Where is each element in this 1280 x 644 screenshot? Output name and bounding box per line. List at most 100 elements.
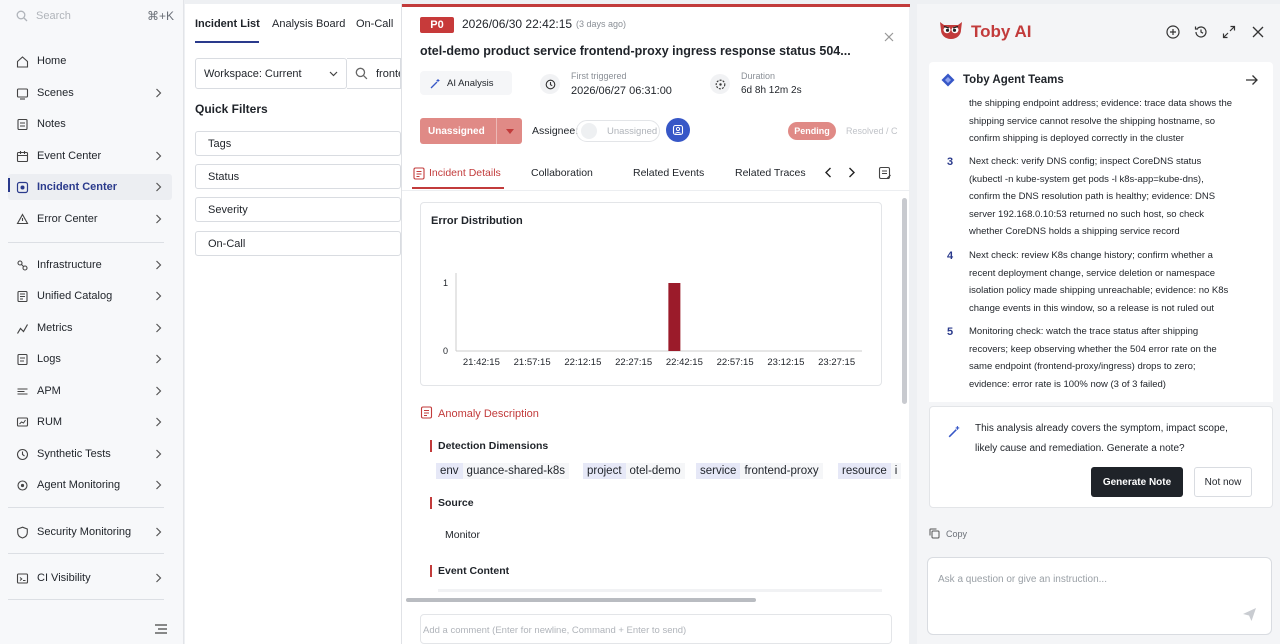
sidebar-item-scenes[interactable]: Scenes: [8, 80, 172, 106]
tab-analysis-board[interactable]: Analysis Board: [272, 18, 345, 30]
dimension-chip[interactable]: env guance-shared-k8s: [436, 463, 569, 479]
workspace-select-value: Workspace: Current: [204, 67, 302, 80]
close-icon[interactable]: [1250, 24, 1266, 40]
search-icon: [16, 10, 28, 22]
tab-incident-list[interactable]: Incident List: [195, 18, 260, 30]
apm-icon: [17, 387, 28, 395]
sidebar-item-label: Unified Catalog: [37, 290, 113, 302]
chart-x-tick: 22:12:15: [564, 357, 601, 368]
scenes-icon: [16, 87, 29, 100]
active-indicator: [8, 178, 10, 192]
status-dropdown-button[interactable]: Unassigned: [420, 118, 522, 144]
incident-title: otel-demo product service frontend-proxy…: [420, 44, 851, 58]
horizontal-scrollbar[interactable]: [406, 598, 756, 602]
sidebar-item-home[interactable]: Home: [8, 48, 172, 74]
sidebar-item-logs[interactable]: Logs: [8, 346, 172, 372]
document-icon: [420, 406, 433, 419]
sidebar-item-error-center[interactable]: Error Center: [8, 206, 172, 232]
dimension-chip[interactable]: project otel-demo: [583, 463, 685, 479]
generate-note-button[interactable]: Generate Note: [1091, 467, 1183, 497]
send-icon[interactable]: [1242, 607, 1257, 622]
tab-incident-details[interactable]: Incident Details: [429, 167, 501, 179]
status-resolved-pill[interactable]: Resolved / C: [846, 126, 898, 136]
global-search[interactable]: Search ⌘+K: [8, 4, 174, 28]
document-edit-icon[interactable]: [878, 166, 892, 180]
sidebar-item-rum[interactable]: RUM: [8, 409, 172, 435]
step-text: Next check: verify DNS config; inspect C…: [969, 156, 1216, 237]
incident-relative-time: (3 days ago): [576, 19, 627, 29]
sidebar-item-metrics[interactable]: Metrics: [8, 315, 172, 341]
first-triggered-label: First triggered: [571, 71, 627, 81]
tab-on-call[interactable]: On-Call: [356, 18, 393, 30]
comment-placeholder: Add a comment (Enter for newline, Comman…: [423, 625, 687, 636]
dimension-chip[interactable]: resource i: [838, 463, 904, 479]
wand-icon: [948, 426, 960, 438]
close-icon[interactable]: [884, 32, 894, 42]
filter-tags[interactable]: Tags: [195, 131, 401, 156]
workspace-select[interactable]: Workspace: Current: [195, 58, 347, 89]
chart-x-tick: 22:42:15: [666, 357, 703, 368]
copy-button[interactable]: Copy: [929, 528, 967, 539]
filter-status[interactable]: Status: [195, 164, 401, 189]
collapse-menu-icon[interactable]: [155, 624, 167, 634]
tab-related-events[interactable]: Related Events: [633, 167, 704, 179]
new-chat-icon[interactable]: [1165, 24, 1181, 40]
tab-related-traces[interactable]: Related Traces: [735, 167, 806, 179]
chevron-down-icon: [329, 71, 338, 77]
filter-on-call[interactable]: On-Call: [195, 231, 401, 256]
chevron-left-icon[interactable]: [824, 167, 832, 178]
dimension-value: otel-demo: [625, 463, 685, 479]
ask-input[interactable]: Ask a question or give an instruction...: [927, 557, 1272, 635]
sidebar-item-security-monitoring[interactable]: Security Monitoring: [8, 519, 172, 545]
assignee-select[interactable]: Unassigned: [576, 120, 660, 142]
sidebar-item-label: Security Monitoring: [37, 526, 132, 538]
sidebar-item-notes[interactable]: Notes: [8, 111, 172, 137]
assign-to-me-button[interactable]: [666, 118, 690, 142]
status-dropdown-label: Unassigned: [428, 125, 485, 137]
chevron-down-icon: [496, 118, 522, 144]
duration-label: Duration: [741, 71, 776, 81]
ai-analysis-label: AI Analysis: [447, 77, 494, 89]
sidebar-item-ci-visibility[interactable]: CI Visibility: [8, 565, 172, 591]
search-shortcut: ⌘+K: [146, 9, 174, 23]
sidebar-item-event-center[interactable]: Event Center: [8, 143, 172, 169]
chart-x-tick: 21:42:15: [463, 357, 500, 368]
catalog-icon: [17, 290, 28, 302]
sidebar-item-infrastructure[interactable]: Infrastructure: [8, 252, 172, 278]
chevron-right-icon: [156, 214, 162, 224]
status-pending-pill[interactable]: Pending: [788, 122, 836, 140]
chevron-right-icon: [156, 88, 162, 98]
comment-input[interactable]: Add a comment (Enter for newline, Comman…: [420, 614, 892, 644]
sidebar-item-label: APM: [37, 385, 61, 397]
incident-details-icon: [413, 167, 425, 180]
filter-severity[interactable]: Severity: [195, 197, 401, 222]
sidebar-item-synthetic-tests[interactable]: Synthetic Tests: [8, 441, 172, 467]
expand-icon[interactable]: [1221, 24, 1237, 40]
step-text: Next check: review K8s change history; c…: [969, 250, 1229, 314]
chevron-right-icon[interactable]: [848, 167, 856, 178]
vertical-scrollbar[interactable]: [902, 198, 907, 404]
nav-divider: [8, 507, 164, 508]
detection-dimensions-title: Detection Dimensions: [430, 440, 548, 452]
ai-analysis-button[interactable]: AI Analysis: [420, 71, 512, 95]
toby-ai-panel: Toby AI Toby Agent Teams the shipping en…: [917, 4, 1280, 644]
rum-icon: [16, 416, 29, 427]
sidebar-item-unified-catalog[interactable]: Unified Catalog: [8, 283, 172, 309]
toby-logo-icon: [940, 22, 962, 39]
agent-teams-header[interactable]: Toby Agent Teams: [929, 62, 1273, 98]
source-title: Source: [430, 497, 474, 509]
incident-search-input[interactable]: frontend: [347, 58, 401, 89]
history-icon[interactable]: [1193, 24, 1209, 40]
synthetic-icon: [16, 448, 29, 460]
suggestion-text: This analysis already covers the symptom…: [975, 423, 1228, 454]
dimension-value: guance-shared-k8s: [462, 463, 569, 479]
active-tab-underline: [195, 41, 259, 43]
sidebar-item-apm[interactable]: APM: [8, 378, 172, 404]
incident-detail-panel: P0 2026/06/30 22:42:15 (3 days ago) otel…: [401, 4, 910, 644]
dimension-chip[interactable]: service frontend-proxy: [696, 463, 823, 479]
tab-collaboration[interactable]: Collaboration: [531, 167, 593, 179]
dimension-value: i: [890, 463, 902, 479]
sidebar-item-agent-monitoring[interactable]: Agent Monitoring: [8, 472, 172, 498]
sidebar-item-incident-center[interactable]: Incident Center: [8, 174, 172, 200]
not-now-button[interactable]: Not now: [1194, 467, 1252, 497]
